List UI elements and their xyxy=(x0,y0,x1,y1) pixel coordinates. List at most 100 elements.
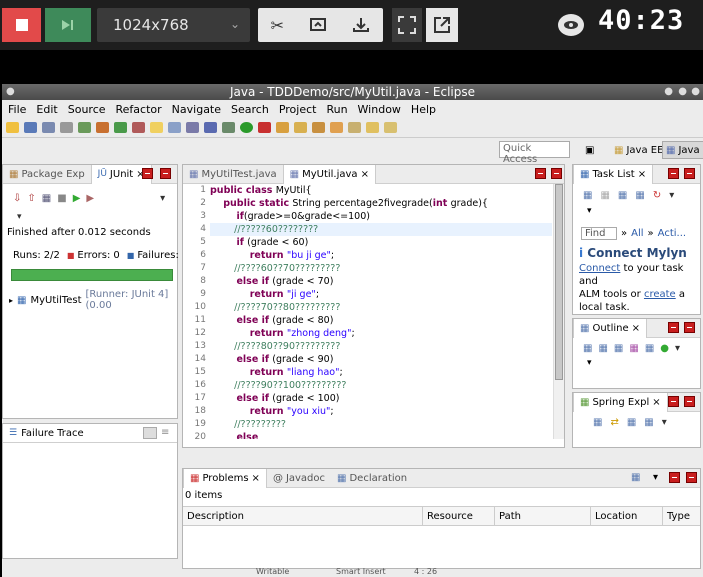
collapse-all-icon[interactable]: ▦ xyxy=(583,343,592,354)
column-type[interactable]: Type xyxy=(663,507,700,525)
connect-link[interactable]: Connect xyxy=(579,263,620,274)
print-icon[interactable] xyxy=(60,122,73,133)
code-line[interactable]: else if (grade < 80) xyxy=(210,314,552,327)
tab-myutil[interactable]: ▦ MyUtil.java × xyxy=(282,164,376,184)
next-failure-icon[interactable]: ⇩ xyxy=(13,193,21,204)
menu-help[interactable]: Help xyxy=(411,103,436,116)
view-menu-icon[interactable]: ▾ xyxy=(669,190,674,201)
close-tab-icon[interactable]: × xyxy=(638,169,646,180)
menu-file[interactable]: File xyxy=(8,103,26,116)
tab-myutiltest[interactable]: ▦ MyUtilTest.java xyxy=(183,165,283,184)
hide-fields-icon[interactable]: ▦ xyxy=(614,343,623,354)
minimize-button[interactable] xyxy=(668,396,679,407)
scrollbar-thumb[interactable] xyxy=(555,184,563,380)
tab-javadoc[interactable]: @ Javadoc xyxy=(267,469,331,488)
annotation-icon[interactable] xyxy=(348,122,361,133)
skip-icon[interactable] xyxy=(204,122,217,133)
tree-icon[interactable]: ▦ xyxy=(644,417,653,428)
tab-outline[interactable]: ▦ Outline × xyxy=(573,318,648,338)
stop-record-button[interactable] xyxy=(2,8,41,42)
history-icon[interactable]: ▦ xyxy=(42,193,51,204)
menu-edit[interactable]: Edit xyxy=(36,103,57,116)
test-tree-row[interactable]: ▸ ▦ MyUtilTest [Runner: JUnit 4] (0.00 xyxy=(3,289,177,311)
download-icon[interactable] xyxy=(352,17,370,33)
run-last-icon[interactable] xyxy=(258,122,271,133)
maximize-icon[interactable]: ● xyxy=(678,84,687,100)
new-package-icon[interactable] xyxy=(276,122,289,133)
tab-package-explorer[interactable]: ▦ Package Exp xyxy=(3,165,91,184)
menu-project[interactable]: Project xyxy=(279,103,317,116)
code-line[interactable]: if (grade < 60) xyxy=(210,236,552,249)
focus-icon[interactable]: ● xyxy=(660,343,669,354)
code-line[interactable]: //????60??70????????? xyxy=(210,262,552,275)
code-line[interactable]: //?????60???????? xyxy=(210,223,552,236)
collapse-icon[interactable]: ▦ xyxy=(635,190,644,201)
search-icon[interactable] xyxy=(312,122,325,133)
filter-all[interactable]: All xyxy=(631,228,643,239)
maximize-button[interactable] xyxy=(684,168,695,179)
scissors-icon[interactable]: ✂ xyxy=(271,16,284,35)
view-menu-icon[interactable]: ▾ xyxy=(653,472,658,483)
close-tab-icon[interactable]: × xyxy=(652,397,660,408)
column-location[interactable]: Location xyxy=(591,507,663,525)
tab-declaration[interactable]: ▦ Declaration xyxy=(331,469,413,488)
find-field[interactable]: Find xyxy=(581,226,617,240)
code-line[interactable]: //????70??80????????? xyxy=(210,301,552,314)
close-tab-icon[interactable]: × xyxy=(632,323,640,334)
preview-toggle[interactable] xyxy=(558,14,584,36)
minimize-button[interactable] xyxy=(668,322,679,333)
refresh-icon[interactable] xyxy=(114,122,127,133)
quick-access-field[interactable]: Quick Access xyxy=(499,141,570,165)
maximize-button[interactable] xyxy=(684,396,695,407)
close-icon[interactable]: ● xyxy=(691,84,700,100)
tab-task-list[interactable]: ▦ Task List × xyxy=(573,164,654,184)
maximize-button[interactable] xyxy=(686,472,697,483)
minimize-icon[interactable]: ● xyxy=(664,84,673,100)
minimize-button[interactable] xyxy=(535,168,546,179)
maximize-button[interactable] xyxy=(160,168,171,179)
minimize-button[interactable] xyxy=(142,168,153,179)
column-description[interactable]: Description xyxy=(183,507,423,525)
column-resource[interactable]: Resource xyxy=(423,507,495,525)
hide-static-icon[interactable]: ▦ xyxy=(629,343,638,354)
create-link[interactable]: create xyxy=(644,289,676,300)
new-task-icon[interactable]: ▦ xyxy=(583,190,592,201)
activate-link[interactable]: Acti... xyxy=(658,228,686,239)
save-icon[interactable] xyxy=(24,122,37,133)
code-line[interactable]: //????????? xyxy=(210,418,552,431)
collapse-all-icon[interactable]: ▦ xyxy=(593,417,602,428)
filter-stack-icon[interactable] xyxy=(143,427,157,439)
menu-window[interactable]: Window xyxy=(358,103,401,116)
code-line[interactable]: public static String percentage2fivegrad… xyxy=(210,197,552,210)
pause-record-button[interactable] xyxy=(45,8,91,42)
focus-icon[interactable]: ▦ xyxy=(618,190,627,201)
run-icon[interactable] xyxy=(240,122,253,133)
code-line[interactable]: public class MyUtil{ xyxy=(210,184,552,197)
code-line[interactable]: else if (grade < 100) xyxy=(210,392,552,405)
debug-run-icon[interactable] xyxy=(222,122,235,133)
code-line[interactable]: else if (grade < 70) xyxy=(210,275,552,288)
menu-refactor[interactable]: Refactor xyxy=(116,103,162,116)
editor-scrollbar[interactable] xyxy=(553,184,564,439)
close-tab-icon[interactable]: × xyxy=(252,473,260,484)
tree-expand-icon[interactable]: ▸ xyxy=(9,296,13,305)
menu-source[interactable]: Source xyxy=(68,103,106,116)
tab-spring-explorer[interactable]: ▦ Spring Expl × xyxy=(573,392,668,412)
minimize-button[interactable] xyxy=(668,168,679,179)
open-type-icon[interactable] xyxy=(294,122,307,133)
view-menu-icon[interactable]: ▾ xyxy=(662,417,667,428)
pin-icon[interactable] xyxy=(132,122,145,133)
code-area[interactable]: public class MyUtil{ public static Strin… xyxy=(210,184,552,439)
replay-icon[interactable] xyxy=(309,17,327,33)
menu-run[interactable]: Run xyxy=(326,103,347,116)
compare-icon[interactable]: ≡ xyxy=(161,427,169,438)
stop-test-icon[interactable]: ■ xyxy=(57,193,66,204)
menu-navigate[interactable]: Navigate xyxy=(172,103,221,116)
open-perspective-button[interactable]: ▣ xyxy=(582,141,597,159)
minimize-button[interactable] xyxy=(669,472,680,483)
sort-icon[interactable]: ▦ xyxy=(598,343,607,354)
code-line[interactable]: else xyxy=(210,431,552,439)
filter-icon[interactable]: ▦ xyxy=(627,417,636,428)
highlight-icon[interactable] xyxy=(150,122,163,133)
build-icon[interactable] xyxy=(96,122,109,133)
